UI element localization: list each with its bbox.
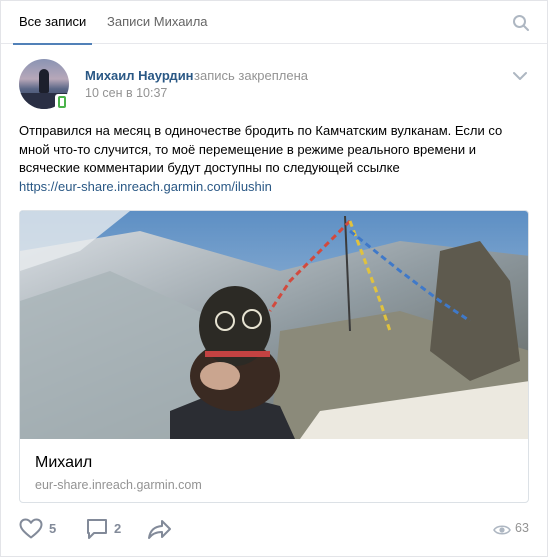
views-count: 63 [515,521,529,535]
tab-all-posts[interactable]: Все записи [12,1,93,45]
comment-button[interactable]: 2 [85,517,129,541]
tab-owner-posts[interactable]: Записи Михаила [107,1,208,44]
share-button[interactable] [147,517,175,541]
mobile-online-icon [55,94,69,110]
comment-icon [87,519,107,539]
views-counter: 63 [493,521,533,539]
post-text: Отправился на месяц в одиночестве бродит… [19,122,531,196]
post-body: Отправился на месяц в одиночестве бродит… [19,123,503,175]
wall-tabs: Все записи Записи Михаила [1,1,547,45]
heart-icon [19,518,43,539]
post-date-link[interactable]: 10 сен в 10:37 [85,86,167,100]
pinned-label: запись закреплена [194,68,308,83]
post-link[interactable]: https://eur-share.inreach.garmin.com/ilu… [19,179,272,194]
search-icon[interactable] [512,14,530,32]
wall-card: Все записи Записи Михаила Михаил Наурдин… [0,0,548,557]
author-avatar[interactable] [19,59,69,110]
eye-icon [493,525,511,535]
snippet-title: Михаил [35,454,93,471]
comment-count: 2 [114,521,122,536]
chevron-down-icon[interactable] [513,71,527,81]
like-count: 5 [49,521,57,536]
author-name-link[interactable]: Михаил Наурдин [85,68,194,83]
snippet-photo [20,211,528,439]
link-snippet[interactable]: Михаил eur-share.inreach.garmin.com [19,210,529,503]
post-actions: 5 2 63 [1,513,547,545]
snippet-domain: eur-share.inreach.garmin.com [35,478,202,492]
like-button[interactable]: 5 [19,517,63,541]
share-arrow-icon [148,520,171,539]
